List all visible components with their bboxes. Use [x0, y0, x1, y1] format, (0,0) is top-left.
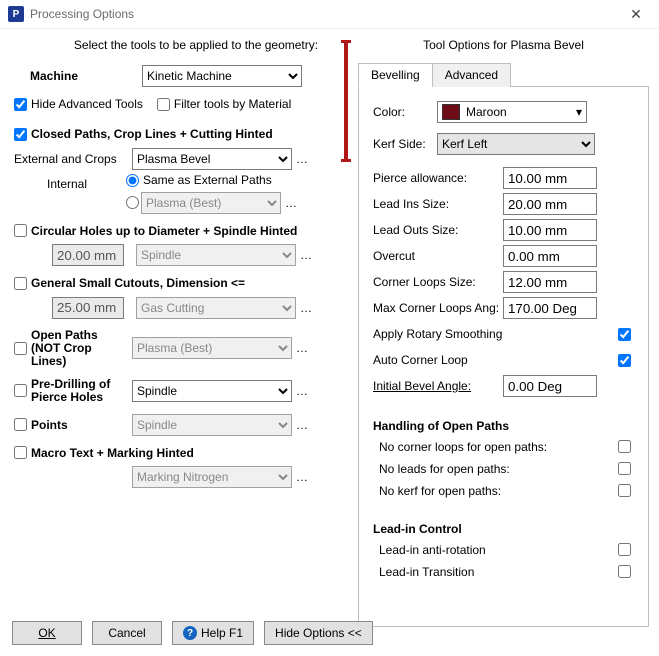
footer: OK Cancel ?Help F1 Hide Options << [0, 610, 659, 656]
maxcorner-label: Max Corner Loops Ang: [373, 301, 503, 315]
cancel-button[interactable]: Cancel [92, 621, 162, 645]
machine-select[interactable]: Kinetic Machine [142, 65, 302, 87]
pierce-input[interactable] [503, 167, 597, 189]
macro-input[interactable] [14, 446, 27, 459]
hide-advanced-checkbox[interactable]: Hide Advanced Tools [14, 97, 143, 111]
open-paths-header: Handling of Open Paths [373, 419, 634, 433]
leadin-input[interactable] [503, 193, 597, 215]
external-select[interactable]: Plasma Bevel [132, 148, 292, 170]
nokerf-checkbox[interactable] [618, 484, 631, 497]
nocorner-label: No corner loops for open paths: [373, 440, 614, 454]
app-icon: P [8, 6, 24, 22]
macro-checkbox[interactable]: Macro Text + Marking Hinted [14, 446, 194, 460]
chevron-down-icon: ▾ [576, 105, 582, 119]
instruction-text: Select the tools to be applied to the ge… [8, 36, 348, 62]
openpaths-tool-select[interactable]: Plasma (Best) [132, 337, 292, 359]
autocorner-checkbox[interactable] [618, 354, 631, 367]
antirot-label: Lead-in anti-rotation [373, 543, 614, 557]
circular-tool-select[interactable]: Spindle [136, 244, 296, 266]
rotary-label: Apply Rotary Smoothing [373, 327, 502, 341]
corner-label: Corner Loops Size: [373, 275, 503, 289]
tool-options-header: Tool Options for Plasma Bevel [358, 36, 649, 56]
points-input[interactable] [14, 418, 27, 431]
overcut-input[interactable] [503, 245, 597, 267]
internal-label: Internal [8, 173, 126, 191]
nocorner-checkbox[interactable] [618, 440, 631, 453]
leadout-label: Lead Outs Size: [373, 223, 503, 237]
internal-same-radio[interactable]: Same as External Paths [126, 173, 272, 187]
external-label: External and Crops [8, 152, 132, 166]
kerf-select[interactable]: Kerf Left [437, 133, 595, 155]
points-more-icon[interactable]: … [296, 418, 308, 432]
initang-label: Initial Bevel Angle: [373, 379, 503, 393]
closed-paths-input[interactable] [14, 128, 27, 141]
openpaths-checkbox[interactable]: Open Paths (NOT Crop Lines) [14, 329, 126, 368]
smallcut-checkbox[interactable]: General Small Cutouts, Dimension <= [14, 276, 245, 290]
smallcut-more-icon[interactable]: … [300, 301, 312, 315]
color-label: Color: [373, 105, 437, 119]
trans-label: Lead-in Transition [373, 565, 614, 579]
smallcut-tool-select[interactable]: Gas Cutting [136, 297, 296, 319]
leadin-label: Lead Ins Size: [373, 197, 503, 211]
leadctl-header: Lead-in Control [373, 522, 634, 536]
circular-more-icon[interactable]: … [300, 248, 312, 262]
predrill-input[interactable] [14, 384, 27, 397]
trans-checkbox[interactable] [618, 565, 631, 578]
window-title: Processing Options [30, 7, 134, 21]
overcut-label: Overcut [373, 249, 503, 263]
tab-bevelling[interactable]: Bevelling [358, 63, 433, 87]
filter-material-checkbox[interactable]: Filter tools by Material [157, 97, 291, 111]
color-swatch [442, 104, 460, 120]
color-select[interactable]: Maroon ▾ [437, 101, 587, 123]
smallcut-dim-input[interactable] [52, 297, 124, 319]
title-bar: P Processing Options ✕ [0, 0, 659, 29]
circular-input[interactable] [14, 224, 27, 237]
macro-tool-select[interactable]: Marking Nitrogen [132, 466, 292, 488]
external-more-icon[interactable]: … [296, 152, 308, 166]
rotary-checkbox[interactable] [618, 328, 631, 341]
tab-advanced[interactable]: Advanced [432, 63, 511, 87]
noleads-checkbox[interactable] [618, 462, 631, 475]
openpaths-input[interactable] [14, 342, 27, 355]
points-checkbox[interactable]: Points [14, 418, 126, 432]
macro-more-icon[interactable]: … [296, 470, 308, 484]
corner-input[interactable] [503, 271, 597, 293]
help-button[interactable]: ?Help F1 [172, 621, 254, 645]
predrill-tool-select[interactable]: Spindle [132, 380, 292, 402]
tab-bar: Bevelling Advanced [358, 62, 649, 87]
filter-material-input[interactable] [157, 98, 170, 111]
predrill-checkbox[interactable]: Pre-Drilling of Pierce Holes [14, 378, 126, 404]
internal-custom-radio[interactable] [126, 196, 139, 209]
noleads-label: No leads for open paths: [373, 462, 614, 476]
circular-checkbox[interactable]: Circular Holes up to Diameter + Spindle … [14, 224, 297, 238]
closed-paths-checkbox[interactable]: Closed Paths, Crop Lines + Cutting Hinte… [14, 127, 273, 141]
leadout-input[interactable] [503, 219, 597, 241]
points-tool-select[interactable]: Spindle [132, 414, 292, 436]
autocorner-label: Auto Corner Loop [373, 353, 468, 367]
antirot-checkbox[interactable] [618, 543, 631, 556]
smallcut-input[interactable] [14, 277, 27, 290]
ok-button[interactable]: OK [12, 621, 82, 645]
machine-label: Machine [8, 69, 142, 83]
initang-input[interactable] [503, 375, 597, 397]
maxcorner-input[interactable] [503, 297, 597, 319]
predrill-more-icon[interactable]: … [296, 384, 308, 398]
hide-options-button[interactable]: Hide Options << [264, 621, 373, 645]
kerf-label: Kerf Side: [373, 137, 437, 151]
pierce-label: Pierce allowance: [373, 171, 503, 185]
nokerf-label: No kerf for open paths: [373, 484, 614, 498]
internal-select[interactable]: Plasma (Best) [141, 192, 281, 214]
openpaths-more-icon[interactable]: … [296, 341, 308, 355]
close-icon[interactable]: ✕ [621, 6, 651, 23]
help-icon: ? [183, 626, 197, 640]
internal-more-icon[interactable]: … [285, 196, 297, 210]
hide-advanced-input[interactable] [14, 98, 27, 111]
circular-dim-input[interactable] [52, 244, 124, 266]
